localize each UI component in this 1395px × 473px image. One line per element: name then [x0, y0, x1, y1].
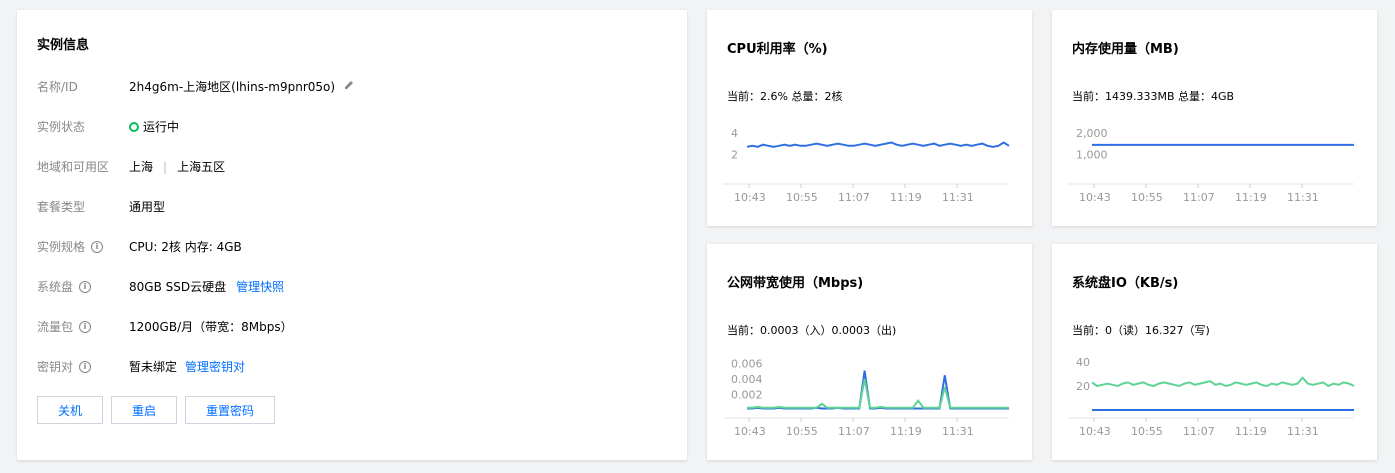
series-line-0	[746, 141, 1010, 148]
spec-label-text: 实例规格	[37, 240, 86, 254]
x-tick-label: 11:07	[1183, 425, 1215, 438]
x-tick-label: 11:07	[838, 191, 870, 204]
y-tick-label: 0.002	[731, 389, 763, 402]
disk-io-chart-card: 系统盘IO（KB/s) 当前：0（读）16.327（写) 40 20 10:43 10…	[1052, 244, 1377, 460]
bandwidth-summary: 当前：0.0003（入）0.0003（出)	[727, 324, 897, 337]
memory-chart: 2,000 1,000 10:43 10:55 11:07 11:19 11:31	[1068, 127, 1354, 204]
traffic-label: 流量包 i	[37, 318, 92, 335]
keypair-label: 密钥对 i	[37, 358, 92, 375]
spec-value: CPU: 2核 内存: 4GB	[129, 240, 242, 254]
x-tick-label: 11:07	[838, 425, 870, 438]
cpu-chart-card: CPU利用率（%) 当前：2.6% 总量：2核 4 2 10:43 10:55 11:0…	[707, 10, 1032, 226]
x-tick-label: 11:31	[942, 191, 974, 204]
name-id-text: 2h4g6m-上海地区(lhins-m9pnr05o)	[129, 80, 336, 94]
x-tick-label: 11:07	[1183, 191, 1215, 204]
zone-text: 上海五区	[177, 160, 226, 174]
status-running-icon	[129, 121, 139, 132]
bandwidth-chart: 0.006 0.004 0.002 10:43 10:55 11:07 11:19 11:31	[723, 358, 1009, 438]
manage-snapshot-link[interactable]: 管理快照	[236, 278, 284, 295]
plan-type-label: 套餐类型	[37, 200, 86, 214]
y-tick-label: 20	[1076, 380, 1090, 393]
name-id-label: 名称/ID	[37, 80, 78, 94]
bandwidth-chart-card: 公网带宽使用（Mbps) 当前：0.0003（入）0.0003（出) 0.006…	[707, 244, 1032, 460]
x-tick-label: 10:55	[1131, 191, 1163, 204]
x-tick-label: 11:19	[890, 425, 922, 438]
x-tick-label: 10:55	[786, 425, 818, 438]
keypair-label-text: 密钥对	[37, 360, 74, 374]
shutdown-button[interactable]: 关机	[37, 396, 103, 424]
instance-info-title: 实例信息	[37, 38, 90, 53]
restart-button[interactable]: 重启	[111, 396, 177, 424]
disk-text: 80GB SSD云硬盘	[129, 280, 227, 294]
memory-chart-card: 内存使用量（MB) 当前：1439.333MB 总量：4GB 2,000 1,00…	[1052, 10, 1377, 226]
info-icon[interactable]: i	[79, 360, 92, 373]
cpu-chart: 4 2 10:43 10:55 11:07 11:19 11:31	[723, 127, 1010, 204]
disk-value: 80GB SSD云硬盘 管理快照	[129, 278, 284, 295]
keypair-value: 暂未绑定 管理密钥对	[129, 358, 245, 375]
status-label: 实例状态	[37, 120, 86, 134]
x-tick-label: 10:55	[786, 191, 818, 204]
manage-keypair-link[interactable]: 管理密钥对	[185, 358, 245, 375]
x-tick-label: 11:31	[942, 425, 974, 438]
region-value: 上海 | 上海五区	[129, 158, 225, 175]
disk-io-chart-title: 系统盘IO（KB/s)	[1072, 276, 1179, 291]
memory-chart-title: 内存使用量（MB)	[1072, 42, 1179, 57]
x-tick-label: 11:31	[1287, 425, 1319, 438]
status-value: 运行中	[129, 118, 179, 135]
x-tick-label: 11:19	[1235, 425, 1267, 438]
y-tick-label: 1,000	[1076, 148, 1108, 161]
status-text: 运行中	[143, 120, 180, 134]
bandwidth-chart-title: 公网带宽使用（Mbps)	[727, 276, 864, 291]
region-separator: |	[163, 159, 168, 174]
spec-label: 实例规格 i	[37, 238, 104, 255]
instance-info-card: 实例信息 名称/ID 2h4g6m-上海地区(lhins-m9pnr05o) 实…	[17, 10, 687, 460]
disk-io-chart: 40 20 10:43 10:55 11:07 11:19 11:31	[1068, 356, 1355, 438]
reset-password-button[interactable]: 重置密码	[185, 396, 275, 424]
x-tick-label: 11:19	[890, 191, 922, 204]
y-tick-label: 2,000	[1076, 127, 1108, 140]
series-line-1	[747, 378, 1009, 409]
x-tick-label: 10:43	[1079, 191, 1111, 204]
y-tick-label: 2	[731, 148, 738, 161]
region-text: 上海	[129, 160, 154, 174]
x-tick-label: 10:43	[1079, 425, 1111, 438]
name-id-value: 2h4g6m-上海地区(lhins-m9pnr05o)	[129, 78, 355, 95]
x-tick-label: 11:31	[1287, 191, 1319, 204]
y-tick-label: 40	[1076, 356, 1090, 369]
disk-label-text: 系统盘	[37, 280, 74, 294]
traffic-value: 1200GB/月（带宽：8Mbps）	[129, 320, 293, 334]
series-line-0	[1091, 376, 1355, 388]
y-tick-label: 0.006	[731, 358, 763, 371]
info-icon[interactable]: i	[79, 280, 92, 293]
series-line-0	[747, 370, 1009, 410]
y-tick-label: 0.004	[731, 373, 763, 386]
disk-label: 系统盘 i	[37, 278, 92, 295]
disk-io-summary: 当前：0（读）16.327（写)	[1072, 324, 1210, 337]
keypair-text: 暂未绑定	[129, 360, 178, 374]
x-tick-label: 11:19	[1235, 191, 1267, 204]
info-icon[interactable]: i	[91, 240, 104, 253]
cpu-summary: 当前：2.6% 总量：2核	[727, 90, 843, 103]
x-tick-label: 10:55	[1131, 425, 1163, 438]
edit-icon[interactable]	[343, 79, 355, 94]
x-tick-label: 10:43	[734, 425, 766, 438]
cpu-chart-title: CPU利用率（%)	[727, 42, 828, 57]
traffic-label-text: 流量包	[37, 320, 74, 334]
plan-type-value: 通用型	[129, 200, 166, 214]
info-icon[interactable]: i	[79, 320, 92, 333]
x-tick-label: 10:43	[734, 191, 766, 204]
y-tick-label: 4	[731, 127, 738, 140]
memory-summary: 当前：1439.333MB 总量：4GB	[1072, 90, 1235, 103]
region-label: 地域和可用区	[37, 160, 110, 174]
